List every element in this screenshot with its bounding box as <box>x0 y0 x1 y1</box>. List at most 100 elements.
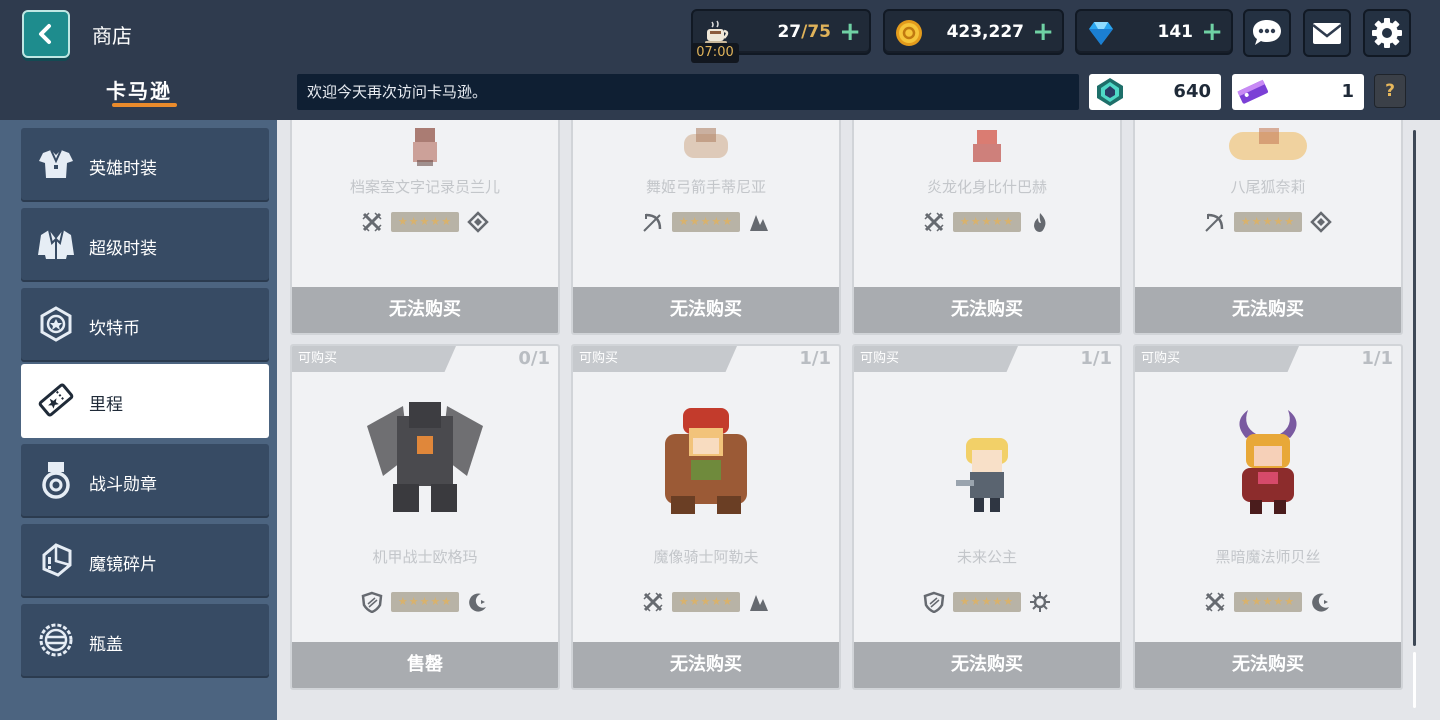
gold-counter: 423,227 + <box>883 9 1064 55</box>
purchasable-badge: 可购买 <box>573 346 737 372</box>
hero-portrait <box>1228 408 1308 520</box>
active-tab-indicator <box>112 103 177 107</box>
fire-icon <box>1029 211 1051 233</box>
help-button[interactable]: ? <box>1374 74 1406 108</box>
purchasable-badge: 可购买 <box>1135 346 1299 372</box>
earth-icon <box>748 211 770 233</box>
hero-portrait <box>363 396 487 520</box>
stamina-timer: 07:00 <box>691 43 739 63</box>
hero-portrait <box>952 434 1022 518</box>
green-crest-counter: 640 <box>1089 74 1221 110</box>
cannot-buy-button[interactable]: 无法购买 <box>854 287 1120 333</box>
add-gem-button[interactable]: + <box>1201 18 1223 46</box>
purchase-count: 1/1 <box>799 348 831 369</box>
chat-bubble-icon <box>1253 20 1281 45</box>
mileage-ticket-icon <box>37 381 75 419</box>
gold-value: 423,227 <box>946 22 1024 42</box>
sold-out-button[interactable]: 售罄 <box>292 642 558 688</box>
star-rating: ★★★★★ <box>672 592 740 612</box>
sidebar-item-label: 瓶盖 <box>89 635 123 655</box>
sidebar-item-mileage[interactable]: 里程 <box>21 364 269 438</box>
shop-item-grid: 档案室文字记录员兰儿 ★★★★★ 无法购买 舞姬弓箭手蒂尼亚 ★★★★★ 无法购… <box>277 120 1440 720</box>
sidebar-item-mirror-shard[interactable]: 魔镜碎片 <box>21 524 269 598</box>
stamina-max: /75 <box>801 22 831 42</box>
shield-icon <box>361 591 383 613</box>
hero-name: 档案室文字记录员兰儿 <box>349 178 500 196</box>
back-button[interactable] <box>22 10 70 58</box>
basic-icon <box>1310 211 1332 233</box>
mirror-shard-icon <box>37 541 75 579</box>
ticket-counter: 1 <box>1232 74 1364 110</box>
shop-item-card[interactable]: 可购买 1/1 魔像骑士阿勒夫 ★★★★★ 无法购买 <box>571 344 841 690</box>
add-stamina-button[interactable]: + <box>839 18 861 46</box>
ticket-value: 1 <box>1341 81 1354 102</box>
shop-item-card[interactable]: 炎龙化身比什巴赫 ★★★★★ 无法购买 <box>852 120 1122 335</box>
shop-item-card[interactable]: 可购买 1/1 黑暗魔法师贝丝 ★★★★★ 无法购买 <box>1133 344 1403 690</box>
kanterbury-coin-icon <box>37 305 75 343</box>
star-rating: ★★★★★ <box>1234 592 1302 612</box>
hero-name: 未来公主 <box>956 548 1017 566</box>
cannot-buy-button[interactable]: 无法购买 <box>292 287 558 333</box>
sidebar-item-kanterbury-coin[interactable]: 坎特币 <box>21 288 269 362</box>
purchase-count: 0/1 <box>518 348 550 369</box>
scrollbar-thumb[interactable] <box>1413 130 1416 646</box>
cannot-buy-button[interactable]: 无法购买 <box>573 287 839 333</box>
hero-name: 八尾狐奈莉 <box>1230 178 1306 196</box>
hero-name: 黑暗魔法师贝丝 <box>1215 548 1321 566</box>
hero-portrait <box>651 404 761 520</box>
bow-icon <box>642 211 664 233</box>
light-icon <box>1029 591 1051 613</box>
diamond-icon <box>1085 17 1117 49</box>
green-crest-value: 640 <box>1173 81 1211 102</box>
star-rating: ★★★★★ <box>953 212 1021 232</box>
sidebar-item-super-costume[interactable]: 超级时装 <box>21 208 269 282</box>
chat-button[interactable] <box>1243 9 1291 57</box>
shop-item-card[interactable]: 可购买 0/1 机甲战士欧格玛 ★★★★★ 售罄 <box>290 344 560 690</box>
cannot-buy-button[interactable]: 无法购买 <box>1135 287 1401 333</box>
gear-icon <box>1372 18 1402 48</box>
sidebar-item-hero-costume[interactable]: 英雄时装 <box>21 128 269 202</box>
chevron-left-icon <box>39 24 51 44</box>
shield-icon <box>923 591 945 613</box>
earth-icon <box>467 211 489 233</box>
settings-button[interactable] <box>1363 9 1411 57</box>
gem-counter: 141 + <box>1075 9 1233 55</box>
sidebar-item-bottle-cap[interactable]: 瓶盖 <box>21 604 269 678</box>
sidebar-item-battle-medal[interactable]: 战斗勋章 <box>21 444 269 518</box>
hero-name: 魔像骑士阿勒夫 <box>653 548 759 566</box>
bottle-cap-icon <box>37 621 75 659</box>
gold-coin-icon <box>893 17 925 49</box>
star-rating: ★★★★★ <box>391 212 459 232</box>
hero-portrait <box>403 124 447 172</box>
top-bar: 商店 27/75 + 07:00 423,227 + 141 + 卡马逊 欢迎今… <box>0 0 1440 120</box>
shop-item-card[interactable]: 舞姬弓箭手蒂尼亚 ★★★★★ 无法购买 <box>571 120 841 335</box>
star-rating: ★★★★★ <box>1234 212 1302 232</box>
shop-item-card[interactable]: 可购买 1/1 未来公主 ★★★★★ 无法购买 <box>852 344 1122 690</box>
scrollbar-track[interactable] <box>1413 652 1416 708</box>
cannot-buy-button[interactable]: 无法购买 <box>854 642 1120 688</box>
dark-icon <box>1310 591 1332 613</box>
battle-medal-icon <box>37 461 75 499</box>
sidebar-item-label: 魔镜碎片 <box>89 555 157 575</box>
sidebar-item-label: 英雄时装 <box>89 159 157 179</box>
hero-costume-icon <box>37 145 75 183</box>
purchasable-badge: 可购买 <box>854 346 1018 372</box>
sword-icon <box>923 211 945 233</box>
cannot-buy-button[interactable]: 无法购买 <box>1135 642 1401 688</box>
shop-item-card[interactable]: 档案室文字记录员兰儿 ★★★★★ 无法购买 <box>290 120 560 335</box>
sword-icon <box>642 591 664 613</box>
mail-button[interactable] <box>1303 9 1351 57</box>
star-rating: ★★★★★ <box>391 592 459 612</box>
sidebar-item-label: 坎特币 <box>89 319 140 339</box>
shop-tab-kamazone[interactable]: 卡马逊 <box>106 75 172 104</box>
hero-name: 舞姬弓箭手蒂尼亚 <box>645 178 766 196</box>
shop-item-card[interactable]: 八尾狐奈莉 ★★★★★ 无法购买 <box>1133 120 1403 335</box>
stamina-current: 27 <box>777 22 802 42</box>
hero-portrait <box>676 124 736 172</box>
shop-notice: 欢迎今天再次访问卡马逊。 <box>297 74 1079 110</box>
ticket-icon <box>1236 76 1270 108</box>
add-gold-button[interactable]: + <box>1032 18 1054 46</box>
cannot-buy-button[interactable]: 无法购买 <box>573 642 839 688</box>
dark-icon <box>467 591 489 613</box>
hero-name: 炎龙化身比什巴赫 <box>926 178 1047 196</box>
